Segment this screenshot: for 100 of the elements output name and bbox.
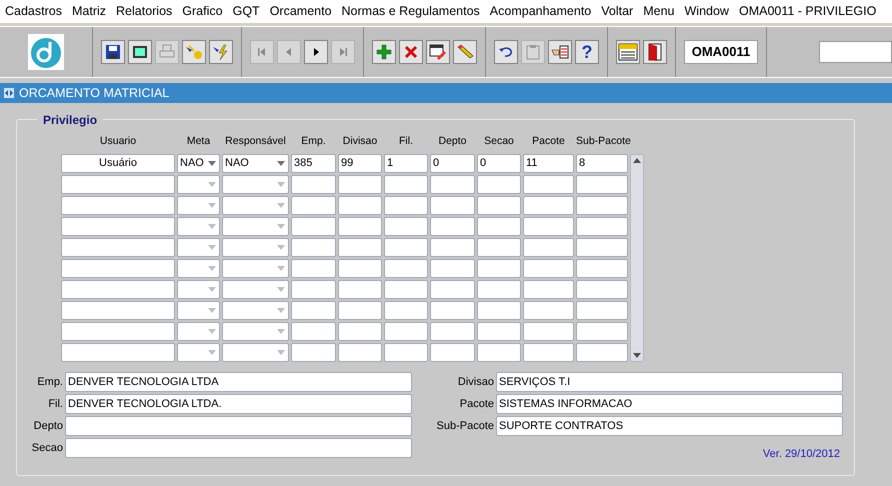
- text-field[interactable]: DENVER TECNOLOGIA LTDA: [65, 372, 412, 392]
- grid-cell[interactable]: [61, 343, 175, 362]
- menu-item[interactable]: Matriz: [72, 2, 106, 21]
- grid-cell[interactable]: [291, 280, 336, 299]
- text-field[interactable]: [65, 416, 412, 436]
- dropdown-field[interactable]: [222, 301, 289, 320]
- grid-cell[interactable]: [338, 301, 382, 320]
- grid-cell[interactable]: [477, 238, 521, 257]
- grid-cell[interactable]: [430, 301, 475, 320]
- grid-cell[interactable]: [338, 238, 382, 257]
- grid-cell[interactable]: 8: [576, 154, 628, 173]
- menu-item[interactable]: Acompanhamento: [490, 2, 592, 21]
- grid-cell[interactable]: [523, 343, 574, 362]
- menu-item[interactable]: Normas e Regulamentos: [342, 2, 480, 21]
- grid-cell[interactable]: [576, 238, 628, 257]
- grid-cell[interactable]: 99: [338, 154, 382, 173]
- grid-cell[interactable]: 0: [477, 154, 521, 173]
- grid-cell[interactable]: [523, 301, 574, 320]
- grid-cell[interactable]: [576, 259, 628, 278]
- grid-cell[interactable]: [61, 322, 175, 341]
- menu-item[interactable]: Voltar: [601, 2, 634, 21]
- menu-item[interactable]: Window: [684, 2, 729, 21]
- menu-item[interactable]: GQT: [232, 2, 260, 21]
- text-field[interactable]: DENVER TECNOLOGIA LTDA.: [65, 394, 412, 414]
- grid-cell[interactable]: [338, 343, 382, 362]
- menu-item[interactable]: Grafico: [182, 2, 223, 21]
- grid-cell[interactable]: [477, 259, 521, 278]
- grid-cell[interactable]: [291, 259, 336, 278]
- dropdown-field[interactable]: [177, 217, 220, 236]
- dropdown-field[interactable]: [177, 280, 220, 299]
- grid-cell[interactable]: [61, 301, 175, 320]
- grid-cell[interactable]: [430, 280, 475, 299]
- grid-cell[interactable]: [61, 280, 175, 299]
- grid-cell[interactable]: [477, 196, 521, 215]
- grid-cell[interactable]: [384, 343, 428, 362]
- dropdown-field[interactable]: [222, 322, 289, 341]
- toolbar-button[interactable]: [643, 40, 667, 64]
- text-field[interactable]: SERVIÇOS T.I: [496, 372, 843, 392]
- grid-cell[interactable]: [291, 217, 336, 236]
- grid-cell[interactable]: [338, 196, 382, 215]
- menu-item[interactable]: Menu: [643, 2, 674, 21]
- dropdown-field[interactable]: [177, 196, 220, 215]
- grid-cell[interactable]: 11: [523, 154, 574, 173]
- grid-cell[interactable]: [338, 259, 382, 278]
- dropdown-field[interactable]: [222, 259, 289, 278]
- grid-cell[interactable]: 1: [384, 154, 428, 173]
- grid-cell[interactable]: [291, 322, 336, 341]
- dropdown-field[interactable]: NAO: [222, 154, 289, 173]
- dropdown-field[interactable]: [222, 280, 289, 299]
- toolbar-button[interactable]: [494, 40, 518, 64]
- grid-cell[interactable]: [430, 196, 475, 215]
- dropdown-field[interactable]: [222, 175, 289, 194]
- grid-cell[interactable]: [291, 301, 336, 320]
- grid-cell[interactable]: [384, 196, 428, 215]
- grid-cell[interactable]: [576, 196, 628, 215]
- grid-cell[interactable]: [338, 280, 382, 299]
- grid-cell[interactable]: [576, 322, 628, 341]
- grid-cell[interactable]: [477, 322, 521, 341]
- dropdown-field[interactable]: [222, 196, 289, 215]
- menu-item[interactable]: Relatorios: [116, 2, 172, 21]
- dropdown-field[interactable]: [177, 322, 220, 341]
- grid-cell[interactable]: [338, 217, 382, 236]
- grid-cell[interactable]: [477, 301, 521, 320]
- dropdown-field[interactable]: [177, 259, 220, 278]
- grid-cell[interactable]: [430, 175, 475, 194]
- grid-cell[interactable]: [523, 196, 574, 215]
- toolbar-button[interactable]: ?: [575, 40, 599, 64]
- grid-cell[interactable]: [523, 217, 574, 236]
- grid-cell[interactable]: [291, 196, 336, 215]
- toolbar-button[interactable]: [548, 40, 572, 64]
- grid-cell[interactable]: [576, 175, 628, 194]
- grid-cell[interactable]: [61, 259, 175, 278]
- dropdown-field[interactable]: [222, 217, 289, 236]
- grid-cell[interactable]: [523, 175, 574, 194]
- toolbar-button[interactable]: [426, 40, 450, 64]
- grid-cell[interactable]: [523, 259, 574, 278]
- dropdown-field[interactable]: [177, 343, 220, 362]
- menu-item[interactable]: Orcamento: [270, 2, 332, 21]
- grid-cell[interactable]: [384, 280, 428, 299]
- grid-cell[interactable]: [384, 175, 428, 194]
- grid-cell[interactable]: [61, 238, 175, 257]
- grid-cell[interactable]: [430, 343, 475, 362]
- grid-cell[interactable]: [430, 238, 475, 257]
- grid-cell[interactable]: [61, 196, 175, 215]
- grid-cell[interactable]: Usuário: [61, 154, 175, 173]
- grid-cell[interactable]: [576, 280, 628, 299]
- menu-item[interactable]: OMA0011 - PRIVILEGIO: [738, 2, 876, 21]
- dropdown-field[interactable]: [222, 238, 289, 257]
- toolbar-button[interactable]: [128, 40, 152, 64]
- grid-cell[interactable]: [384, 259, 428, 278]
- grid-cell[interactable]: [384, 322, 428, 341]
- grid-cell[interactable]: [523, 322, 574, 341]
- grid-cell[interactable]: [576, 343, 628, 362]
- menu-item[interactable]: Cadastros: [5, 2, 62, 21]
- grid-cell[interactable]: [384, 301, 428, 320]
- grid-cell[interactable]: [576, 301, 628, 320]
- grid-cell[interactable]: [430, 259, 475, 278]
- grid-cell[interactable]: [477, 217, 521, 236]
- grid-cell[interactable]: 385: [291, 154, 336, 173]
- grid-cell[interactable]: [291, 343, 336, 362]
